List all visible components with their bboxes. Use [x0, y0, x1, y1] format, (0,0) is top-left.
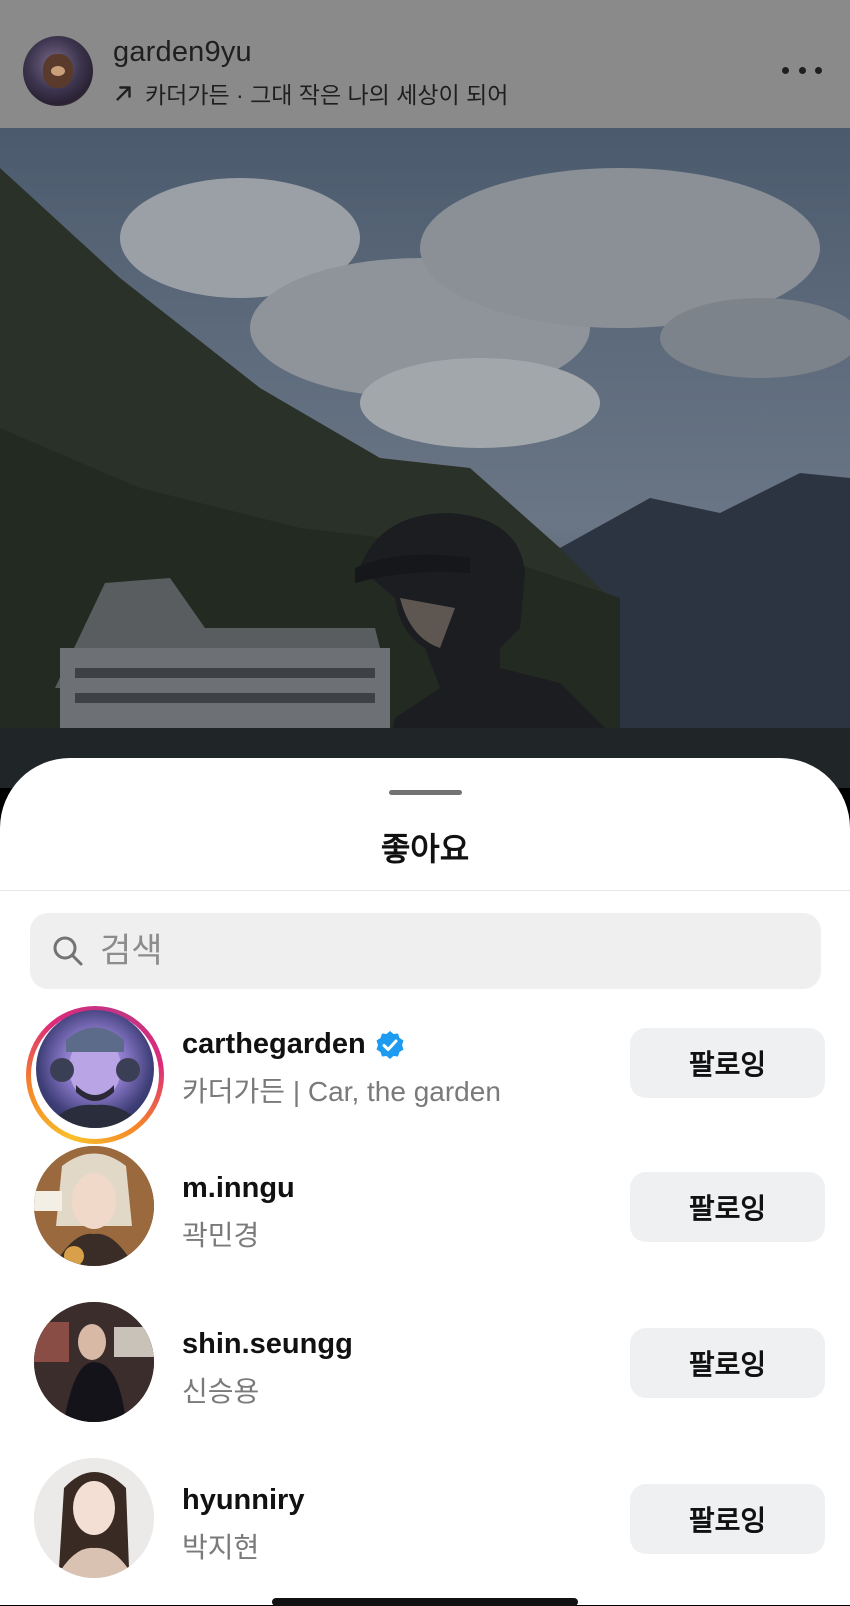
liker-row[interactable]: hyunniry 박지현 팔로잉: [0, 1440, 850, 1596]
liker-avatar[interactable]: [34, 1458, 154, 1578]
liker-username[interactable]: m.inngu: [182, 1172, 295, 1205]
liker-row[interactable]: shin.seungg 신승용 팔로잉: [0, 1284, 850, 1440]
search-input[interactable]: [98, 930, 782, 972]
sheet-drag-handle[interactable]: [389, 790, 462, 795]
post-photo: [0, 128, 850, 788]
following-button[interactable]: 팔로잉: [630, 1028, 825, 1098]
liker-row[interactable]: m.inngu 곽민경 팔로잉: [0, 1128, 850, 1284]
liker-username: carthegarden: [182, 1028, 366, 1060]
liker-username[interactable]: hyunniry: [182, 1484, 304, 1517]
post-music-text: 카더가든 · 그대 작은 나의 세상이 되어: [145, 82, 509, 108]
liker-avatar[interactable]: [36, 1010, 154, 1128]
following-button[interactable]: 팔로잉: [630, 1172, 825, 1242]
divider: [0, 890, 850, 891]
verified-badge-icon: [376, 1030, 404, 1059]
likes-sheet: 좋아요 carthegarden 카더가든: [0, 758, 850, 1605]
following-button[interactable]: 팔로잉: [630, 1484, 825, 1554]
liker-username-row[interactable]: carthegarden: [182, 1028, 406, 1061]
liker-fullname: 신승용: [182, 1376, 260, 1407]
arrow-up-right-icon: [116, 86, 131, 101]
post-header: garden9yu 카더가든 · 그대 작은 나의 세상이 되어: [0, 0, 850, 128]
liker-fullname: 박지현: [182, 1532, 260, 1563]
more-options-icon[interactable]: [782, 58, 822, 82]
search-icon: [53, 936, 83, 966]
liker-username[interactable]: shin.seungg: [182, 1328, 353, 1361]
liker-avatar[interactable]: [34, 1146, 154, 1266]
sheet-title: 좋아요: [380, 831, 470, 867]
following-button[interactable]: 팔로잉: [630, 1328, 825, 1398]
post-author-username[interactable]: garden9yu: [113, 36, 252, 69]
liker-fullname: 곽민경: [182, 1220, 260, 1251]
liker-avatar[interactable]: [34, 1302, 154, 1422]
post-music-line[interactable]: 카더가든 · 그대 작은 나의 세상이 되어: [113, 76, 508, 110]
liker-row[interactable]: carthegarden 카더가든 | Car, the garden 팔로잉: [0, 972, 850, 1128]
liker-fullname: 카더가든 | Car, the garden: [182, 1076, 501, 1107]
post-author-avatar[interactable]: [23, 36, 93, 106]
